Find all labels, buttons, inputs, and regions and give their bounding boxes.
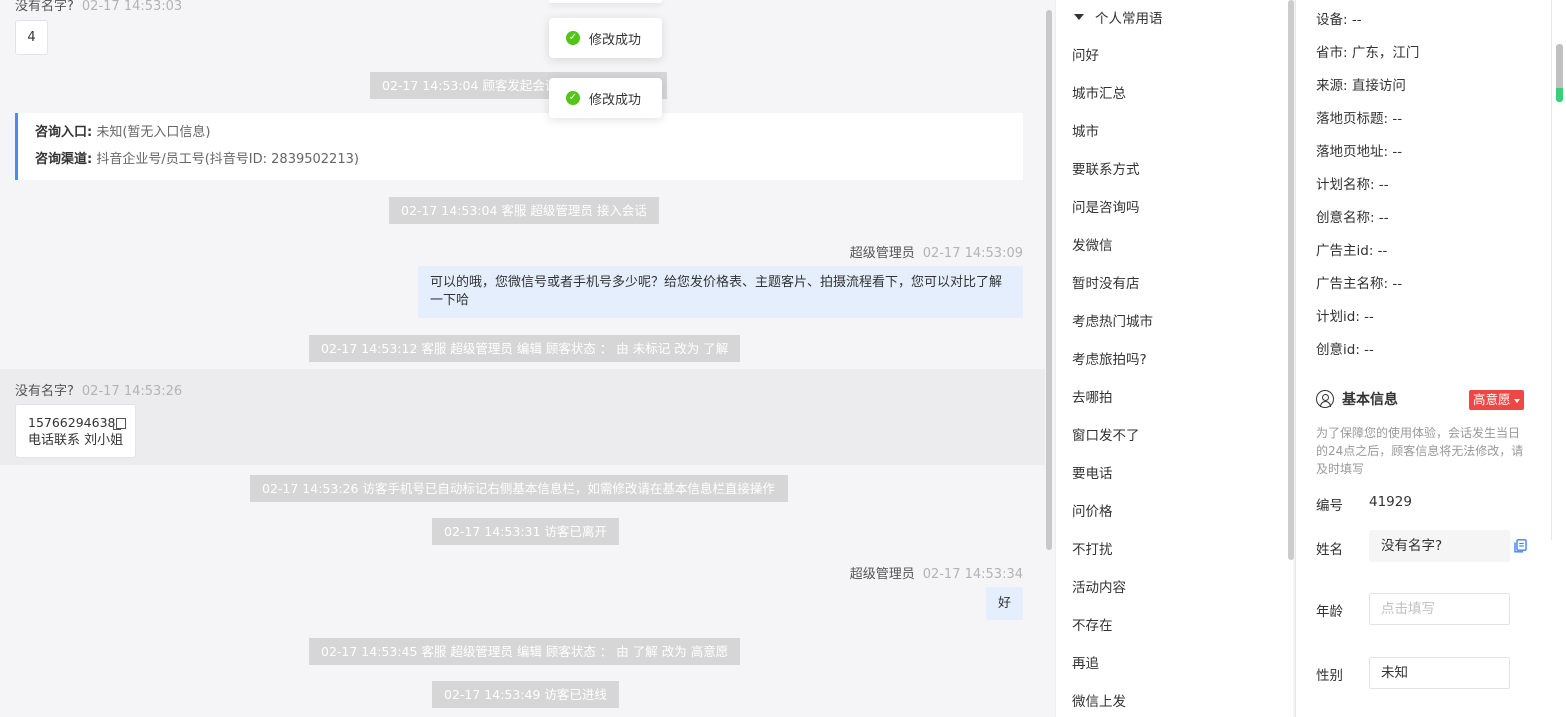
check-circle-icon: ✓ (566, 91, 580, 105)
phrase-item[interactable]: 问好 (1072, 44, 1099, 64)
phrase-item[interactable]: 暂时没有店 (1072, 272, 1140, 292)
intent-status-dropdown[interactable]: 高意愿 (1469, 390, 1524, 410)
attr-device: 设备: -- (1316, 12, 1362, 28)
sender-name: 超级管理员 (849, 567, 915, 582)
phrase-item[interactable]: 要电话 (1072, 462, 1113, 482)
edit-notice: 为了保障您的使用体验，会话发生当日的24点之后，顾客信息将无法修改，请及时填写 (1316, 426, 1524, 476)
visitor-message-bubble: 15766294638 电话联系 刘小姐 (15, 404, 136, 458)
agent-message-bubble: 可以的哦，您微信号或者手机号多少呢？给您发价格表、主题客片、拍摄流程看下，您可以… (418, 266, 1023, 318)
sender-time: 02-17 14:53:03 (81, 0, 183, 14)
attr-plan-name: 计划名称: -- (1316, 177, 1389, 193)
attr-landing-title: 落地页标题: -- (1316, 111, 1403, 127)
phrase-item[interactable]: 要联系方式 (1072, 158, 1140, 178)
toast-text: 修改成功 (589, 32, 642, 48)
agent-sender: 超级管理员 02-17 14:53:34 (850, 563, 1023, 582)
attr-landing-url: 落地页地址: -- (1316, 144, 1403, 160)
consult-entry-card: 咨询入口: 未知(暂无入口信息) 咨询渠道: 抖音企业号/员工号(抖音号ID: … (15, 113, 1023, 180)
info-scrollbar[interactable] (1556, 44, 1563, 102)
gender-label: 性别 (1316, 668, 1343, 684)
sender-name: 没有名字? (15, 0, 74, 14)
visitor-sender: 没有名字? 02-17 14:53:26 (15, 380, 182, 399)
customer-info-panel: 设备: -- 省市: 广东，江门 来源: 直接访问 落地页标题: -- 落地页地… (1295, 0, 1566, 717)
attr-advertiser-name: 广告主名称: -- (1316, 276, 1403, 292)
channel-label: 咨询渠道: (35, 152, 93, 167)
message-text: 电话联系 刘小姐 (28, 433, 124, 448)
attr-creative-name: 创意名称: -- (1316, 210, 1389, 226)
user-icon (1316, 390, 1334, 408)
entry-value: 未知(暂无入口信息) (96, 125, 211, 140)
basic-info-title: 基本信息 (1316, 389, 1398, 409)
toast-text: 修改成功 (589, 92, 642, 108)
sender-time: 02-17 14:53:09 (922, 246, 1023, 261)
phrase-item[interactable]: 不存在 (1072, 614, 1113, 634)
phrase-item[interactable]: 窗口发不了 (1072, 424, 1140, 444)
visitor-message-bubble: 4 (15, 20, 48, 55)
gender-field[interactable]: 未知 (1369, 657, 1510, 689)
phrase-item[interactable]: 问是咨询吗 (1072, 196, 1140, 216)
copy-icon[interactable] (113, 417, 127, 430)
phrase-item[interactable]: 城市 (1072, 120, 1099, 140)
phrases-scrollbar[interactable] (1288, 0, 1294, 560)
age-label: 年龄 (1316, 604, 1343, 620)
name-label: 姓名 (1316, 542, 1343, 558)
system-message: 02-17 14:53:31 访客已离开 (432, 518, 619, 545)
attr-creative-id: 创意id: -- (1316, 342, 1374, 358)
phrase-item[interactable]: 考虑热门城市 (1072, 310, 1153, 330)
phrase-item[interactable]: 城市汇总 (1072, 82, 1126, 102)
agent-message-bubble: 好 (986, 587, 1023, 620)
sender-name: 超级管理员 (849, 246, 915, 261)
phrase-item[interactable]: 再追 (1072, 652, 1099, 672)
chat-scrollbar[interactable] (1046, 10, 1052, 550)
name-field-value: 没有名字? (1381, 538, 1443, 554)
visitor-sender: 没有名字? 02-17 14:53:03 (15, 0, 182, 14)
success-toast: ✓ 修改成功 (549, 18, 662, 58)
success-toast: ✓ 修改成功 (549, 78, 662, 118)
section-title-text: 基本信息 (1342, 392, 1398, 408)
sender-time: 02-17 14:53:26 (81, 384, 183, 399)
phrases-panel: 个人常用语 问好 城市汇总 城市 要联系方式 问是咨询吗 发微信 暂时没有店 考… (1055, 0, 1293, 717)
attr-plan-id: 计划id: -- (1316, 309, 1374, 325)
system-message: 02-17 14:53:45 客服 超级管理员 编辑 顾客状态 ： 由 了解 改… (309, 638, 741, 665)
info-scroll-track (1551, 0, 1552, 540)
system-message: 02-17 14:53:12 客服 超级管理员 编辑 顾客状态 ： 由 未标记 … (309, 335, 741, 362)
copy-icon[interactable] (1514, 539, 1527, 553)
caret-down-icon (1513, 398, 1520, 403)
toast-partial (549, 0, 662, 3)
phrase-item[interactable]: 发微信 (1072, 234, 1113, 254)
intent-status-label: 高意愿 (1473, 392, 1511, 407)
phrase-item[interactable]: 不打扰 (1072, 538, 1113, 558)
sender-name: 没有名字? (15, 384, 74, 399)
age-field[interactable] (1369, 593, 1510, 625)
system-message: 02-17 14:53:26 访客手机号已自动标记右侧基本信息栏，如需修改请在基… (250, 475, 788, 502)
entry-label: 咨询入口: (35, 125, 93, 140)
phrase-item[interactable]: 去哪拍 (1072, 386, 1113, 406)
phrase-item[interactable]: 问价格 (1072, 500, 1113, 520)
attr-source: 来源: 直接访问 (1316, 78, 1406, 94)
sender-time: 02-17 14:53:34 (922, 567, 1023, 582)
attr-province-city: 省市: 广东，江门 (1316, 45, 1420, 61)
chat-panel: 没有名字? 02-17 14:53:03 4 02-17 14:53:04 顾客发… (0, 0, 1045, 717)
agent-sender: 超级管理员 02-17 14:53:09 (850, 242, 1023, 261)
phone-number: 15766294638 (28, 415, 116, 430)
attr-advertiser-id: 广告主id: -- (1316, 243, 1388, 259)
channel-value: 抖音企业号/员工号(抖音号ID: 2839502213) (96, 152, 359, 167)
id-label: 编号 (1316, 498, 1343, 514)
gender-field-value: 未知 (1381, 665, 1408, 681)
phrase-item[interactable]: 活动内容 (1072, 576, 1126, 596)
phrase-item[interactable]: 考虑旅拍吗? (1072, 348, 1147, 368)
caret-down-icon (1074, 14, 1084, 20)
phrases-group-title: 个人常用语 (1095, 11, 1163, 27)
check-circle-icon: ✓ (566, 31, 580, 45)
name-field[interactable]: 没有名字? (1369, 530, 1510, 562)
phrase-item[interactable]: 微信上发 (1072, 690, 1126, 710)
id-value: 41929 (1369, 494, 1412, 510)
system-message: 02-17 14:53:49 访客已进线 (432, 681, 619, 708)
age-input[interactable] (1381, 601, 1501, 617)
system-message: 02-17 14:53:04 客服 超级管理员 接入会话 (389, 197, 659, 224)
phrases-group-header[interactable]: 个人常用语 (1074, 7, 1163, 27)
